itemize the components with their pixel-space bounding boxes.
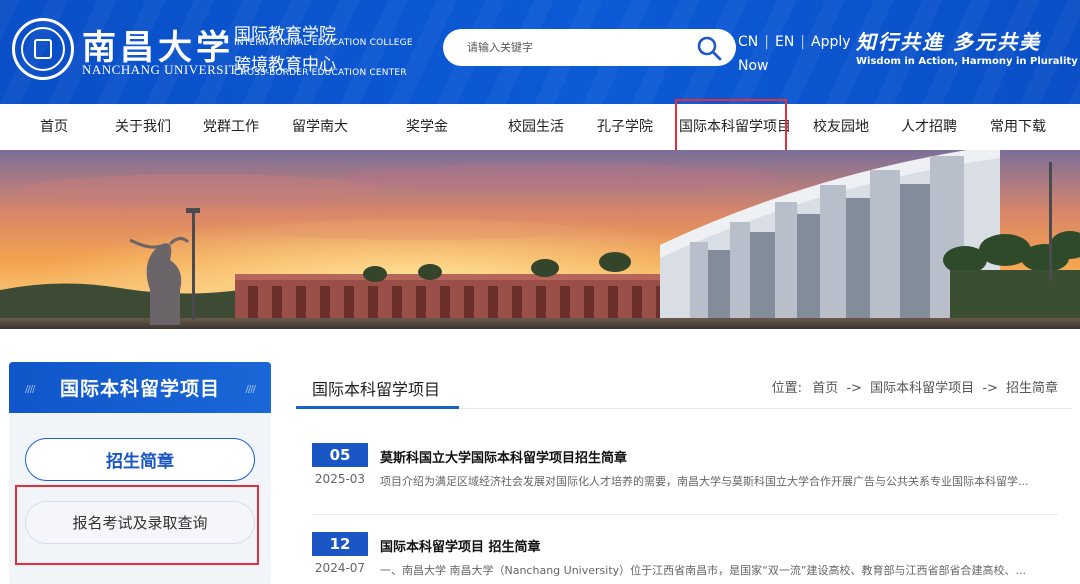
page-title: 国际本科留学项目 [312, 380, 441, 399]
news-date-day: 12 [312, 532, 368, 556]
nav-item-about[interactable]: 关于我们 [115, 104, 171, 150]
breadcrumb-label: 位置: [771, 381, 803, 396]
news-summary: 一、南昌大学 南昌大学（Nanchang University）位于江西省南昌市… [380, 564, 1027, 577]
nav-item-scholarship[interactable]: 奖学金 [406, 104, 448, 150]
nav-item-careers[interactable]: 人才招聘 [901, 104, 957, 150]
apply-now-link[interactable]: Apply [811, 34, 851, 50]
motto-en: Wisdom in Action, Harmony in Plurality [856, 56, 1078, 67]
news-title[interactable]: 国际本科留学项目 招生简章 [380, 536, 541, 555]
nav-item-campus-life[interactable]: 校园生活 [508, 104, 564, 150]
news-date: 05 2025-03 [312, 443, 368, 491]
lang-en-link[interactable]: EN [775, 34, 794, 50]
lang-separator: | [764, 34, 769, 50]
sidebar-item-exam-results[interactable]: 报名考试及录取查询 [25, 501, 255, 544]
language-switcher: CN | EN | Apply [738, 34, 851, 50]
nav-item-home[interactable]: 首页 [40, 104, 68, 150]
nav-item-confucius[interactable]: 孔子学院 [597, 104, 653, 150]
news-list-item[interactable]: 12 2024-07 国际本科留学项目 招生简章 一、南昌大学 南昌大学（Nan… [312, 532, 1058, 584]
news-date-ym: 2024-07 [314, 561, 366, 575]
search-icon[interactable] [696, 35, 722, 61]
title-underline [296, 406, 459, 409]
sidebar-header: //// 国际本科留学项目 //// [9, 362, 271, 413]
university-name-en: NANCHANG UNIVERSITY [82, 62, 248, 77]
sidebar-title: 国际本科留学项目 [59, 378, 220, 400]
news-title[interactable]: 莫斯科国立大学国际本科留学项目招生简章 [380, 447, 627, 466]
news-date-day: 05 [312, 443, 368, 467]
apply-now-link-line2[interactable]: Now [738, 58, 769, 74]
breadcrumb-home[interactable]: 首页 [812, 381, 838, 396]
decoration-icon: //// [25, 384, 36, 395]
breadcrumb-arrow: -> [846, 381, 862, 396]
nav-item-party[interactable]: 党群工作 [203, 104, 259, 150]
breadcrumb-current[interactable]: 招生简章 [1006, 381, 1058, 396]
news-date: 12 2024-07 [312, 532, 368, 580]
main-nav: 首页 关于我们 党群工作 留学南大 奖学金 校园生活 孔子学院 国际本科留学项目… [0, 104, 1080, 150]
university-logo-icon[interactable] [12, 18, 74, 80]
lang-cn-link[interactable]: CN [738, 34, 758, 50]
search-box [443, 29, 736, 66]
nav-item-study[interactable]: 留学南大 [292, 104, 348, 150]
news-summary: 项目介绍为满足区域经济社会发展对国际化人才培养的需要，南昌大学与莫斯科国立大学合… [380, 475, 1029, 488]
nav-item-downloads[interactable]: 常用下载 [990, 104, 1046, 150]
motto-cn: 知行共進 多元共美 [856, 30, 1041, 54]
sidebar: //// 国际本科留学项目 //// 招生简章 报名考试及录取查询 [9, 362, 271, 584]
search-input[interactable] [467, 41, 687, 54]
news-date-ym: 2025-03 [314, 472, 366, 486]
sidebar-item-admission-guide[interactable]: 招生简章 [25, 438, 255, 481]
lang-separator: | [800, 34, 806, 50]
nav-item-intl-undergrad[interactable]: 国际本科留学项目 [679, 104, 791, 150]
breadcrumb-arrow: -> [982, 381, 998, 396]
site-header: 南昌大学 NANCHANG UNIVERSITY 国际教育学院 INTERNAT… [0, 0, 1080, 104]
campus-banner-image [0, 150, 1080, 329]
news-divider [312, 514, 1058, 515]
center-name-en: CROSS-BORDER EDUCATION CENTER [234, 68, 407, 78]
news-list-item[interactable]: 05 2025-03 莫斯科国立大学国际本科留学项目招生简章 项目介绍为满足区域… [312, 443, 1058, 499]
college-name-en: INTERNATIONAL EDUCATION COLLEGE [234, 38, 413, 48]
breadcrumb: 位置: 首页 -> 国际本科留学项目 -> 招生简章 [772, 377, 1058, 396]
decoration-icon: //// [245, 384, 257, 395]
nav-item-alumni[interactable]: 校友园地 [813, 104, 869, 150]
breadcrumb-section[interactable]: 国际本科留学项目 [870, 381, 974, 396]
